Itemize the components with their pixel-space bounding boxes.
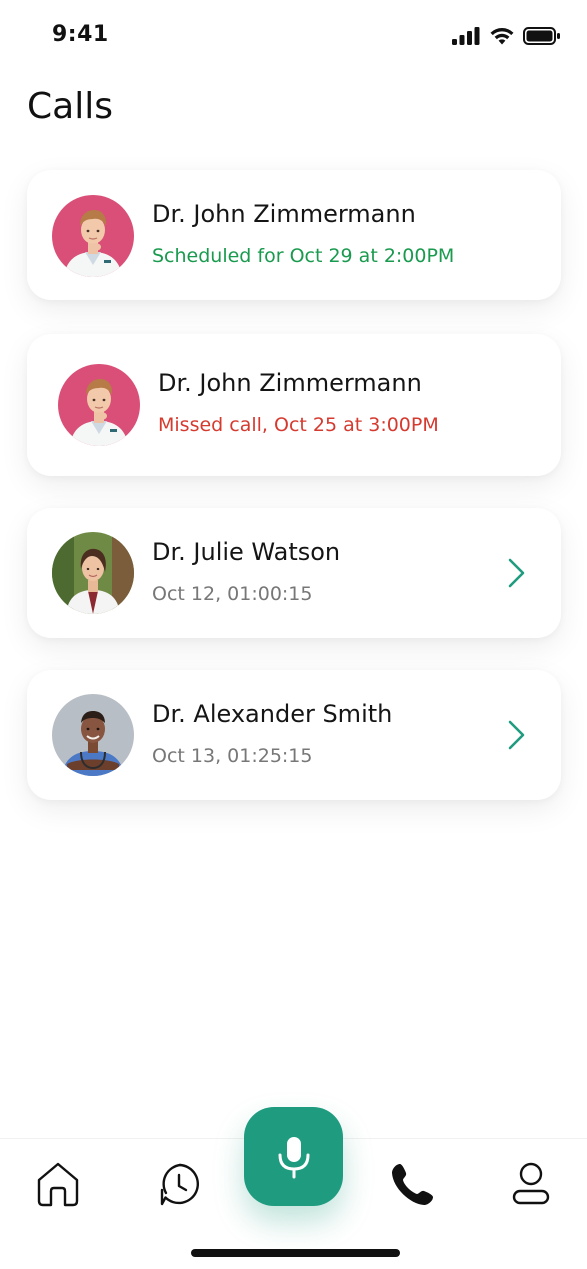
tab-calls[interactable] [388,1159,438,1209]
profile-icon [512,1162,550,1205]
status-bar: 9:41 [0,0,587,74]
call-duration: Oct 12, 01:00:15 [152,583,313,605]
doctor-name: Dr. John Zimmermann [158,369,422,397]
history-icon [160,1163,200,1206]
wifi-icon [490,27,514,45]
status-icons [451,26,561,46]
phone-icon [392,1164,433,1205]
status-time: 9:41 [52,22,109,47]
missed-status: Missed call, Oct 25 at 3:00PM [158,414,439,436]
chevron-right-icon[interactable] [505,556,529,590]
tab-home[interactable] [33,1159,83,1209]
home-indicator [191,1249,400,1257]
page-title: Calls [27,86,113,127]
call-card[interactable]: Dr. Alexander Smith Oct 13, 01:25:15 [27,670,561,800]
microphone-icon [278,1136,309,1178]
call-card[interactable]: Dr. John Zimmermann Scheduled for Oct 29… [27,170,561,300]
tab-profile[interactable] [506,1159,556,1209]
doctor-john-avatar [52,195,134,277]
call-card[interactable]: Dr. John Zimmermann Missed call, Oct 25 … [27,334,561,476]
scheduled-status: Scheduled for Oct 29 at 2:00PM [152,245,455,267]
voice-call-button[interactable] [244,1107,343,1206]
doctor-name: Dr. Alexander Smith [152,700,393,728]
chevron-right-icon[interactable] [505,718,529,752]
doctor-alexander-avatar [52,694,134,776]
doctor-john-avatar [58,364,140,446]
signal-icon [452,27,480,45]
home-icon [37,1162,79,1207]
call-card[interactable]: Dr. Julie Watson Oct 12, 01:00:15 [27,508,561,638]
call-duration: Oct 13, 01:25:15 [152,745,313,767]
tab-history[interactable] [155,1159,205,1209]
doctor-name: Dr. Julie Watson [152,538,341,566]
battery-icon [523,27,560,45]
doctor-julie-avatar [52,532,134,614]
doctor-name: Dr. John Zimmermann [152,200,416,228]
